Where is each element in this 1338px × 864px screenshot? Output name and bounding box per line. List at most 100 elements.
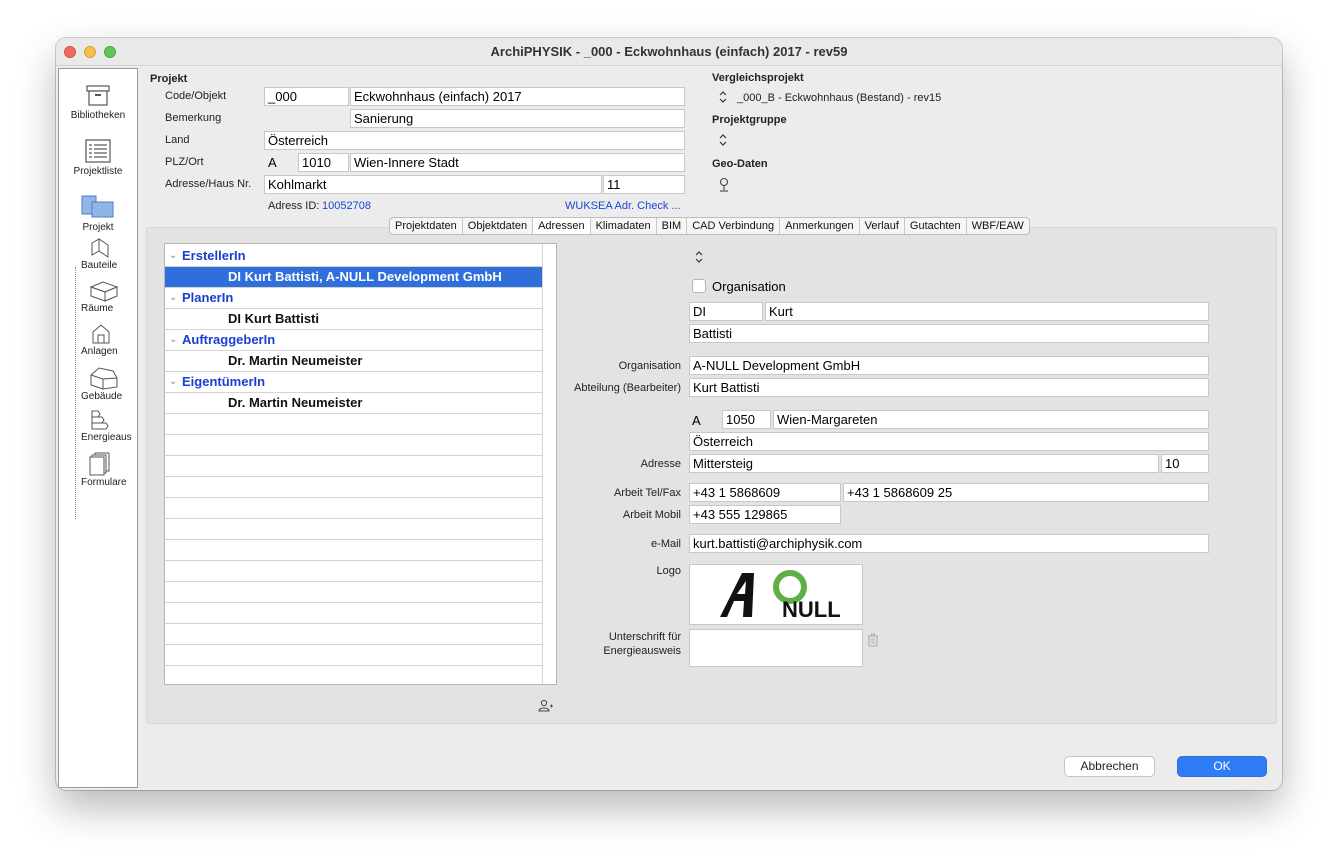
chevron-down-icon: ⌄ bbox=[169, 250, 178, 261]
tab-adressen[interactable]: Adressen bbox=[533, 218, 591, 234]
entry-label: DI Kurt Battisti, A-NULL Development Gmb… bbox=[228, 269, 502, 284]
title-field[interactable]: DI bbox=[689, 302, 763, 321]
address-label: Adresse/Haus Nr. bbox=[165, 178, 252, 190]
detail-house-number-field[interactable]: 10 bbox=[1161, 454, 1209, 473]
mobile-label: Arbeit Mobil bbox=[622, 509, 681, 521]
sidebar-subitem-anlagen[interactable]: Anlagen bbox=[73, 323, 118, 357]
compare-selector-icon[interactable] bbox=[718, 90, 728, 104]
code-label: Code/Objekt bbox=[165, 90, 227, 102]
sidebar-subitem-bauteile[interactable]: Bauteile bbox=[73, 237, 117, 271]
house-number-field[interactable]: 11 bbox=[603, 175, 685, 194]
empty-row bbox=[165, 435, 542, 456]
logo-image-well[interactable]: NULL bbox=[689, 564, 863, 625]
add-person-icon[interactable] bbox=[538, 699, 554, 713]
email-label: e-Mail bbox=[651, 538, 681, 550]
list-group-eigentuemerin[interactable]: ⌄ EigentümerIn bbox=[165, 372, 542, 393]
email-field[interactable]: kurt.battisti@archiphysik.com bbox=[689, 534, 1209, 553]
list-group-planerin[interactable]: ⌄ PlanerIn bbox=[165, 288, 542, 309]
list-item[interactable]: DI Kurt Battisti bbox=[165, 309, 542, 330]
organisation-label: Organisation bbox=[618, 360, 681, 372]
empty-row bbox=[165, 624, 542, 645]
detail-country-field[interactable]: Österreich bbox=[689, 432, 1209, 451]
ok-button[interactable]: OK bbox=[1177, 756, 1267, 777]
building-icon bbox=[90, 367, 118, 390]
tab-cad-verbindung[interactable]: CAD Verbindung bbox=[687, 218, 781, 234]
sidebar-subitem-formulare[interactable]: Formulare bbox=[73, 452, 127, 488]
project-heading: Projekt bbox=[150, 73, 188, 85]
empty-row bbox=[165, 645, 542, 666]
country-field[interactable]: Österreich bbox=[264, 131, 685, 150]
room-cube-icon bbox=[89, 281, 119, 302]
company-logo: NULL bbox=[720, 570, 841, 622]
mobile-field[interactable]: +43 555 129865 bbox=[689, 505, 841, 524]
tab-anmerkungen[interactable]: Anmerkungen bbox=[780, 218, 860, 234]
tab-verlauf[interactable]: Verlauf bbox=[860, 218, 905, 234]
organisation-checkbox[interactable] bbox=[692, 279, 706, 293]
signature-image-well[interactable] bbox=[689, 629, 863, 667]
city-field[interactable]: Wien-Innere Stadt bbox=[350, 153, 685, 172]
remark-label: Bemerkung bbox=[165, 112, 222, 124]
salutation-selector-icon[interactable] bbox=[694, 250, 704, 264]
detail-zip-field[interactable]: 1050 bbox=[722, 410, 771, 429]
fax-field[interactable]: +43 1 5868609 25 bbox=[843, 483, 1209, 502]
trash-icon[interactable] bbox=[867, 633, 879, 647]
detail-country-code: A bbox=[692, 413, 701, 428]
geo-data-heading: Geo-Daten bbox=[712, 158, 768, 170]
list-item[interactable]: Dr. Martin Neumeister bbox=[165, 351, 542, 372]
list-item[interactable]: DI Kurt Battisti, A-NULL Development Gmb… bbox=[165, 267, 542, 288]
address-id-link[interactable]: 10052708 bbox=[322, 200, 371, 212]
object-field[interactable]: Eckwohnhaus (einfach) 2017 bbox=[350, 87, 685, 106]
entry-label: Dr. Martin Neumeister bbox=[228, 395, 363, 410]
tab-gutachten[interactable]: Gutachten bbox=[905, 218, 967, 234]
sidebar-subitem-label: Gebäude bbox=[81, 391, 123, 402]
energy-label-icon bbox=[91, 410, 109, 430]
window-title: ArchiPHYSIK - _000 - Eckwohnhaus (einfac… bbox=[490, 44, 848, 59]
department-field[interactable]: Kurt Battisti bbox=[689, 378, 1209, 397]
sidebar-item-projektliste[interactable]: Projektliste bbox=[59, 139, 137, 177]
sidebar-subitem-raeume[interactable]: Räume bbox=[73, 280, 119, 314]
street-field[interactable]: Kohlmarkt bbox=[264, 175, 602, 194]
phone-field[interactable]: +43 1 5868609 bbox=[689, 483, 841, 502]
signature-label-line2: Energieausweis bbox=[603, 645, 681, 657]
detail-street-field[interactable]: Mittersteig bbox=[689, 454, 1159, 473]
compare-project-value: _000_B - Eckwohnhaus (Bestand) - rev15 bbox=[737, 92, 942, 104]
firstname-field[interactable]: Kurt bbox=[765, 302, 1209, 321]
chevron-down-icon: ⌄ bbox=[169, 376, 178, 387]
lastname-field[interactable]: Battisti bbox=[689, 324, 1209, 343]
address-id-label: Adress ID: bbox=[268, 200, 320, 212]
sidebar-subitem-label: Räume bbox=[81, 303, 114, 314]
sidebar-subitem-energieausweis[interactable]: Energieaus bbox=[73, 409, 132, 443]
roles-list: ⌄ ErstellerIn DI Kurt Battisti, A-NULL De… bbox=[164, 243, 557, 685]
zip-city-label: PLZ/Ort bbox=[165, 156, 204, 168]
tab-bim[interactable]: BIM bbox=[657, 218, 688, 234]
sidebar-subitem-label: Formulare bbox=[81, 477, 127, 488]
tab-projektdaten[interactable]: Projektdaten bbox=[390, 218, 463, 234]
sidebar-subitem-label: Anlagen bbox=[81, 346, 118, 357]
organisation-field[interactable]: A-NULL Development GmbH bbox=[689, 356, 1209, 375]
group-label: ErstellerIn bbox=[182, 248, 246, 263]
compare-project-heading: Vergleichsprojekt bbox=[712, 72, 804, 84]
zip-field[interactable]: 1010 bbox=[298, 153, 349, 172]
list-item[interactable]: Dr. Martin Neumeister bbox=[165, 393, 542, 414]
app-window: ArchiPHYSIK - _000 - Eckwohnhaus (einfac… bbox=[56, 38, 1282, 790]
sidebar-item-bibliotheken[interactable]: Bibliotheken bbox=[59, 83, 137, 121]
entry-label: DI Kurt Battisti bbox=[228, 311, 319, 326]
wuksea-check-link[interactable]: WUKSEA Adr. Check ... bbox=[565, 200, 681, 212]
tab-objektdaten[interactable]: Objektdaten bbox=[463, 218, 534, 234]
tab-wbf-eaw[interactable]: WBF/EAW bbox=[967, 218, 1029, 234]
remark-field[interactable]: Sanierung bbox=[350, 109, 685, 128]
detail-city-field[interactable]: Wien-Margareten bbox=[773, 410, 1209, 429]
list-group-erstellerin[interactable]: ⌄ ErstellerIn bbox=[165, 246, 542, 267]
project-group-selector-icon[interactable] bbox=[718, 133, 728, 147]
list-document-icon bbox=[85, 139, 111, 163]
country-label: Land bbox=[165, 134, 190, 146]
sidebar-item-projekt[interactable]: Projekt bbox=[59, 193, 137, 233]
map-pin-icon[interactable] bbox=[718, 177, 730, 193]
sidebar-subitem-gebaeude[interactable]: Gebäude bbox=[73, 366, 122, 402]
chevron-down-icon: ⌄ bbox=[169, 292, 178, 303]
empty-row bbox=[165, 519, 542, 540]
tab-klimadaten[interactable]: Klimadaten bbox=[591, 218, 657, 234]
cancel-button[interactable]: Abbrechen bbox=[1064, 756, 1155, 777]
code-field[interactable]: _000 bbox=[264, 87, 349, 106]
list-group-auftraggeberin[interactable]: ⌄ AuftraggeberIn bbox=[165, 330, 542, 351]
